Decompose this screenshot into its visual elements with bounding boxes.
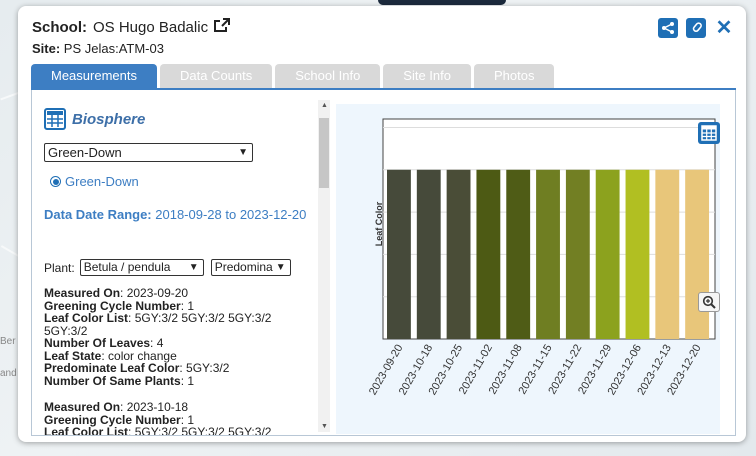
bar <box>685 169 710 339</box>
measurements-content: Biosphere Green-Down ▼ Green-Down Data D… <box>31 90 736 436</box>
leaf-color-list-value: 5GY:3/2 5GY:3/2 5GY:3/2 <box>134 425 272 435</box>
map-label: Ber <box>0 336 16 347</box>
zoom-button[interactable] <box>698 292 720 312</box>
measurement-records: Measured On: 2023-09-20 Greening Cycle N… <box>44 287 309 435</box>
field-label: Number Of Same Plants <box>44 373 181 388</box>
radio-label: Green-Down <box>65 174 139 189</box>
external-link-icon[interactable] <box>214 18 231 36</box>
measurement-record: Measured On: 2023-09-20 Greening Cycle N… <box>44 286 272 388</box>
school-name: OS Hugo Badalic <box>93 18 209 36</box>
protocol-select-value: Green-Down <box>48 145 122 160</box>
bar <box>536 169 560 339</box>
protocol-select[interactable]: Green-Down ▼ <box>44 143 253 162</box>
protocol-radio[interactable]: Green-Down <box>50 174 139 189</box>
table-view-button[interactable] <box>698 122 720 144</box>
chevron-down-icon: ▼ <box>188 262 199 273</box>
chevron-down-icon: ▼ <box>238 147 248 158</box>
site-popup: School: OS Hugo Badalic Site: PS Jelas:A… <box>18 6 746 442</box>
chevron-down-icon: ▼ <box>275 260 286 275</box>
scroll-down-icon[interactable]: ▼ <box>321 423 328 430</box>
bar <box>387 169 411 339</box>
bar <box>595 169 620 339</box>
bar <box>565 169 590 339</box>
bar <box>655 169 680 339</box>
plant-filter-row: Plant: Betula / pendula ▼ Predomina ▼ <box>44 259 291 276</box>
site-label: Site: <box>32 41 61 56</box>
bar <box>625 169 650 339</box>
tab-measurements[interactable]: Measurements <box>31 64 157 88</box>
plant-select[interactable]: Betula / pendula ▼ <box>79 259 204 276</box>
zoom-in-icon <box>702 295 716 309</box>
radio-selected-icon[interactable] <box>50 176 61 187</box>
plant-label: Plant: <box>44 260 75 275</box>
scroll-up-icon[interactable]: ▲ <box>321 102 328 109</box>
y-axis-label: Leaf Color <box>374 201 384 246</box>
tab-bar: Measurements Data Counts School Info Sit… <box>31 64 555 88</box>
share-icon[interactable] <box>658 18 678 38</box>
date-range: Data Date Range: 2018-09-28 to 2023-12-2… <box>44 204 314 225</box>
tab-school-info[interactable]: School Info <box>275 64 381 88</box>
tab-data-counts[interactable]: Data Counts <box>159 64 273 88</box>
tab-photos[interactable]: Photos <box>474 64 555 88</box>
map-dark-region <box>378 0 506 5</box>
measurement-record: Measured On: 2023-10-18 Greening Cycle N… <box>44 401 309 435</box>
link-icon[interactable] <box>686 18 706 38</box>
field-label: Leaf Color List <box>44 425 129 435</box>
bar <box>476 169 501 339</box>
header-actions: ✕ <box>658 18 734 38</box>
leaf-color-chart: 2023-09-202023-10-182023-10-252023-11-02… <box>367 118 716 397</box>
close-icon[interactable]: ✕ <box>714 18 734 38</box>
same-plants-value: 1 <box>187 373 195 388</box>
measurement-details-panel[interactable]: Biosphere Green-Down ▼ Green-Down Data D… <box>32 90 318 435</box>
bar <box>446 169 471 339</box>
school-heading: School: OS Hugo Badalic <box>32 18 231 36</box>
bar <box>506 169 531 339</box>
scroll-thumb[interactable] <box>319 118 329 188</box>
bar <box>416 169 441 339</box>
chart-panel: 2023-09-20 2023-10-18 2023-10-25 2023-11-02… <box>336 104 720 434</box>
date-range-value: 2018-09-28 to 2023-12-20 <box>155 207 307 222</box>
tab-site-info[interactable]: Site Info <box>383 64 471 88</box>
map-label: and <box>0 368 17 379</box>
site-name: PS Jelas:ATM-03 <box>63 41 164 56</box>
date-range-label: Data Date Range: <box>44 207 152 222</box>
color-type-select-value: Predomina <box>214 260 273 274</box>
site-heading: Site: PS Jelas:ATM-03 <box>32 41 164 56</box>
details-scrollbar[interactable]: ▲ ▼ <box>318 100 330 432</box>
biosphere-title: Biosphere <box>44 108 145 130</box>
color-type-select[interactable]: Predomina ▼ <box>210 259 291 276</box>
plant-select-value: Betula / pendula <box>83 260 171 274</box>
table-icon <box>44 108 66 130</box>
school-label: School: <box>32 18 87 36</box>
biosphere-label: Biosphere <box>72 110 146 128</box>
